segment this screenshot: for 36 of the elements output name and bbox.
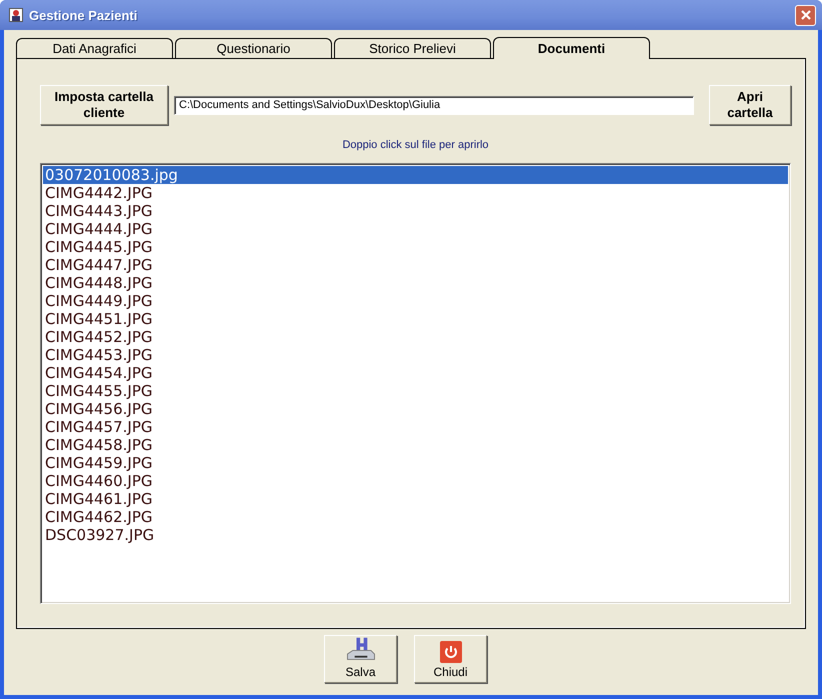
file-item[interactable]: CIMG4442.JPG	[43, 184, 788, 202]
file-item[interactable]: CIMG4447.JPG	[43, 256, 788, 274]
file-item[interactable]: CIMG4455.JPG	[43, 382, 788, 400]
file-item[interactable]: CIMG4458.JPG	[43, 436, 788, 454]
file-item[interactable]: CIMG4456.JPG	[43, 400, 788, 418]
tab[interactable]: Storico Prelievi	[334, 38, 491, 58]
file-item[interactable]: CIMG4451.JPG	[43, 310, 788, 328]
file-item[interactable]: CIMG4449.JPG	[43, 292, 788, 310]
file-item[interactable]: 03072010083.jpg	[43, 166, 788, 184]
file-item[interactable]: DSC03927.JPG	[43, 526, 788, 544]
hint-text: Doppio click sul file per aprirlo	[341, 139, 490, 153]
close-button[interactable]	[795, 4, 816, 26]
set-folder-button[interactable]: Imposta cartella cliente	[40, 85, 168, 125]
file-item[interactable]: CIMG4448.JPG	[43, 274, 788, 292]
window-title: Gestione Pazienti	[29, 8, 138, 22]
save-button[interactable]: Salva	[324, 635, 397, 683]
file-item[interactable]: CIMG4454.JPG	[43, 364, 788, 382]
file-item[interactable]: CIMG4457.JPG	[43, 418, 788, 436]
file-item[interactable]: CIMG4443.JPG	[43, 202, 788, 220]
folder-path-field[interactable]: C:\Documents and Settings\SalvioDux\Desktop\Giulia	[174, 96, 694, 114]
file-item[interactable]: CIMG4460.JPG	[43, 472, 788, 490]
tab[interactable]: Documenti	[493, 37, 650, 59]
file-item[interactable]: CIMG4462.JPG	[43, 508, 788, 526]
file-item[interactable]: CIMG4459.JPG	[43, 454, 788, 472]
exit-button[interactable]: Chiudi	[414, 635, 487, 683]
file-item[interactable]: CIMG4461.JPG	[43, 490, 788, 508]
power-icon	[440, 641, 462, 663]
close-icon	[800, 9, 812, 21]
file-item[interactable]: CIMG4453.JPG	[43, 346, 788, 364]
tab[interactable]: Questionario	[175, 38, 332, 58]
tab[interactable]: Dati Anagrafici	[16, 38, 173, 58]
app-icon	[9, 8, 23, 22]
file-item[interactable]: CIMG4445.JPG	[43, 238, 788, 256]
file-item[interactable]: CIMG4452.JPG	[43, 328, 788, 346]
open-folder-button[interactable]: Apri cartella	[709, 85, 791, 125]
file-item[interactable]: CIMG4444.JPG	[43, 220, 788, 238]
